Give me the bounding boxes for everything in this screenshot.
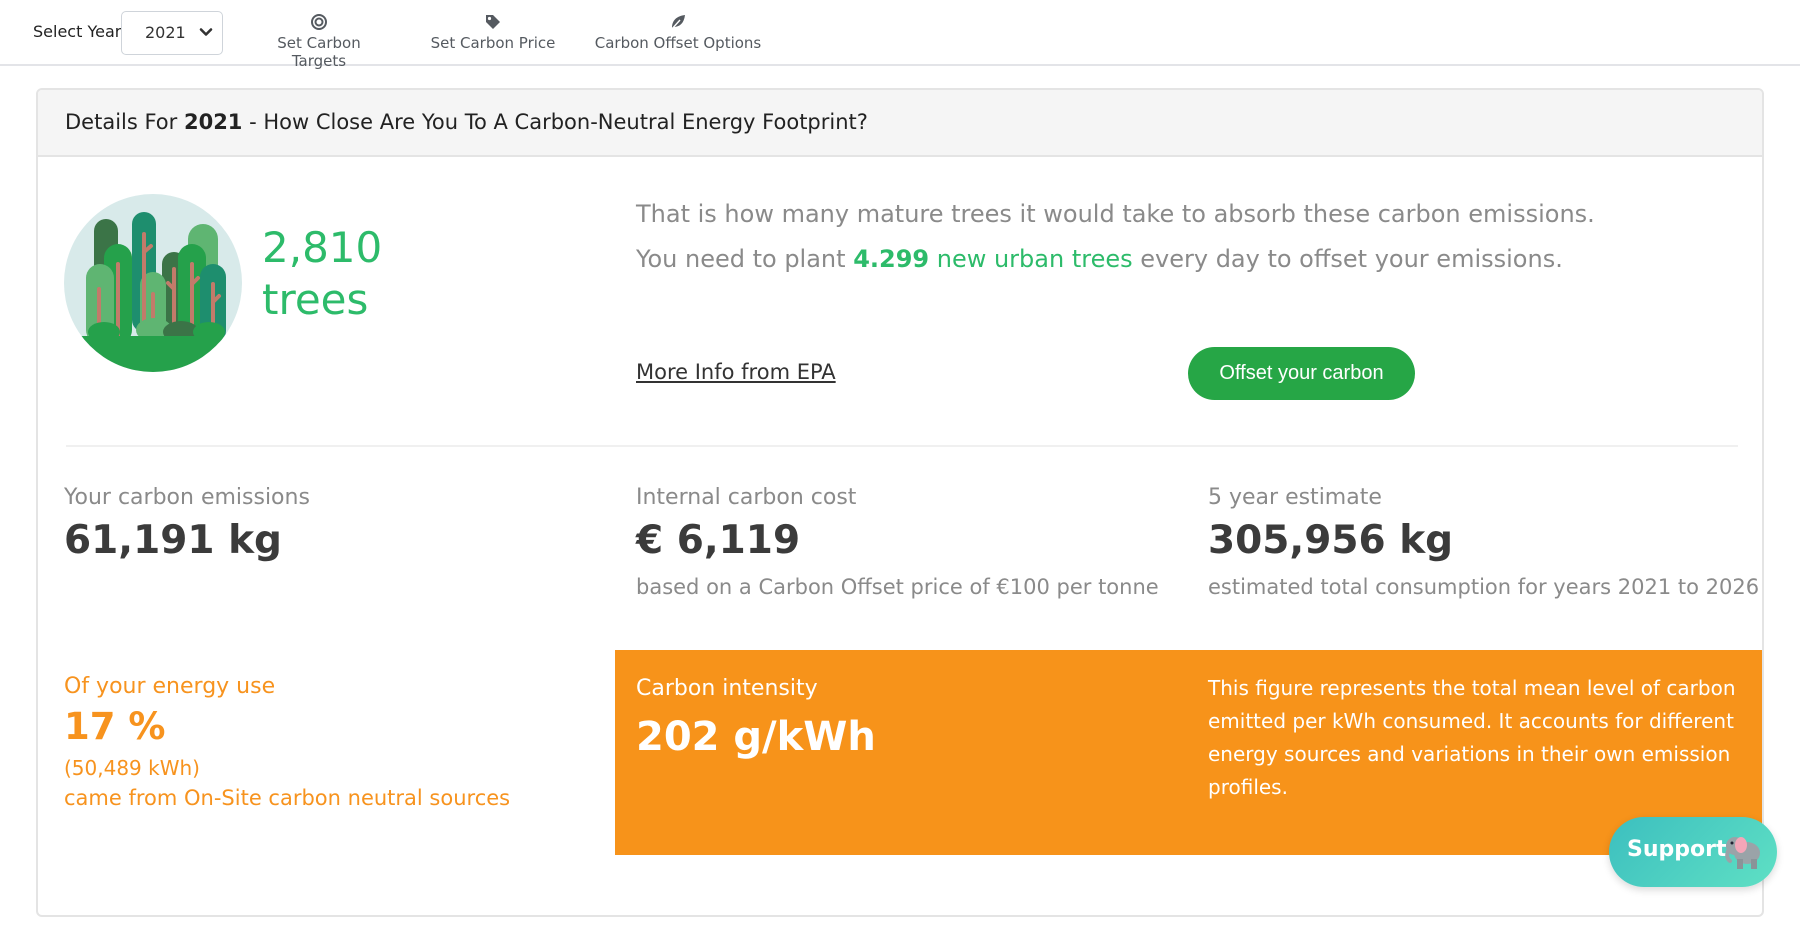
leaf-icon (670, 15, 685, 31)
nav-label: Set Carbon Targets (277, 34, 361, 70)
trees-count: 2,810 trees (262, 223, 383, 324)
forest-illustration (64, 194, 242, 372)
tag-icon (486, 15, 500, 29)
year-select-value: 2021 (145, 23, 186, 42)
card-title-year: 2021 (183, 110, 243, 134)
energy-percent: 17 % (64, 705, 166, 748)
divider (66, 445, 1738, 447)
nav-label: Carbon Offset Options (594, 34, 762, 52)
card-title: Details For 2021 - How Close Are You To … (65, 110, 868, 134)
chevron-down-icon (199, 28, 213, 36)
stat-carbon-emissions: Your carbon emissions 61,191 kg (64, 485, 310, 563)
card-header: Details For 2021 - How Close Are You To … (38, 90, 1762, 157)
carbon-intensity-value: 202 g/kWh (636, 714, 876, 760)
carbon-intensity-panel: Carbon intensity 202 g/kWh This figure r… (615, 650, 1762, 855)
elephant-icon (1725, 837, 1760, 869)
trees-explanation: That is how many mature trees it would t… (636, 200, 1595, 228)
support-button[interactable]: Support (1609, 817, 1777, 887)
year-select[interactable]: 2021 (121, 11, 223, 55)
offset-carbon-button[interactable]: Offset your carbon (1188, 347, 1415, 400)
energy-kwh: (50,489 kWh) (64, 756, 200, 780)
nav-carbon-offset-options[interactable]: Carbon Offset Options (592, 12, 764, 52)
nav-set-carbon-price[interactable]: Set Carbon Price (428, 12, 558, 52)
stat-internal-carbon-cost: Internal carbon cost € 6,119 based on a … (636, 485, 1159, 599)
carbon-intensity-description: This figure represents the total mean le… (1208, 676, 1736, 799)
stat-5-year-estimate: 5 year estimate 305,956 kg estimated tot… (1208, 485, 1760, 599)
nav-set-carbon-targets[interactable]: Set Carbon Targets (248, 12, 390, 70)
daily-trees-number: 4.299 (853, 245, 930, 273)
trees-daily-plant: You need to plant 4.299 new urban trees … (636, 245, 1563, 273)
year-label: Select Year (33, 22, 122, 41)
energy-use-section: Of your energy use 17 % (50,489 kWh) cam… (64, 674, 511, 810)
target-icon (311, 14, 327, 30)
epa-info-link[interactable]: More Info from EPA (636, 360, 836, 384)
details-card: Details For 2021 - How Close Are You To … (36, 88, 1764, 917)
nav-label: Set Carbon Price (430, 34, 556, 52)
toolbar: Select Year 2021 Set Carbon Targets Set … (0, 0, 1800, 70)
